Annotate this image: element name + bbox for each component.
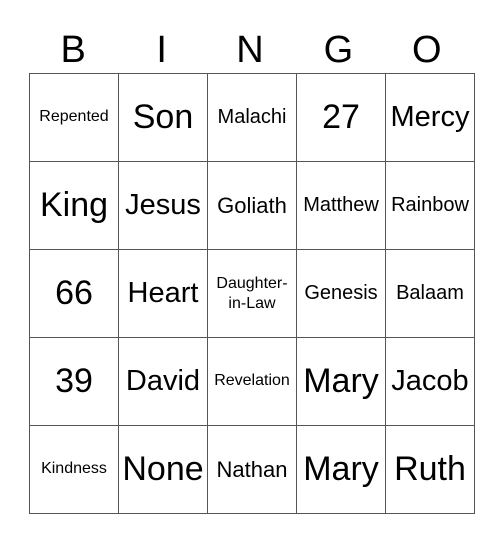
bingo-cell-text: Matthew bbox=[303, 194, 379, 216]
bingo-cell-text: Mary bbox=[303, 449, 379, 488]
bingo-cell-text: Rainbow bbox=[391, 194, 469, 216]
bingo-cell[interactable]: Genesis bbox=[296, 249, 386, 338]
bingo-cell[interactable]: 27 bbox=[296, 73, 386, 162]
bingo-cell[interactable]: Matthew bbox=[296, 161, 386, 250]
bingo-cell-text: Jesus bbox=[125, 189, 201, 222]
bingo-cell[interactable]: Balaam bbox=[385, 249, 475, 338]
bingo-row: Repented Son Malachi 27 Mercy bbox=[29, 73, 475, 162]
bingo-cell[interactable]: Mary bbox=[296, 337, 386, 426]
bingo-cell-text: None bbox=[122, 449, 204, 488]
bingo-cell[interactable]: Daughter-in-Law bbox=[207, 249, 297, 338]
bingo-cell-text: Mercy bbox=[390, 101, 470, 134]
bingo-cell-text: Daughter-in-Law bbox=[216, 275, 288, 312]
bingo-row: King Jesus Goliath Matthew Rainbow bbox=[29, 161, 475, 250]
bingo-cell-text: Ruth bbox=[394, 449, 466, 488]
bingo-cell-text: Mary bbox=[303, 361, 379, 400]
bingo-cell[interactable]: Repented bbox=[29, 73, 119, 162]
bingo-cell-text: Balaam bbox=[396, 282, 464, 304]
bingo-cell-text: Genesis bbox=[304, 282, 378, 304]
bingo-cell[interactable]: 66 bbox=[29, 249, 119, 338]
bingo-cell-text: Repented bbox=[39, 108, 109, 126]
bingo-cell-text: 39 bbox=[55, 361, 93, 400]
bingo-cell[interactable]: Son bbox=[118, 73, 208, 162]
bingo-cell-text: Revelation bbox=[214, 372, 290, 390]
bingo-cell-text: King bbox=[39, 185, 109, 224]
bingo-cell[interactable]: Kindness bbox=[29, 425, 119, 514]
bingo-cell[interactable]: None bbox=[118, 425, 208, 514]
bingo-header: B I N G O bbox=[29, 28, 471, 73]
bingo-cell[interactable]: Revelation bbox=[207, 337, 297, 426]
bingo-row: 39 David Revelation Mary Jacob bbox=[29, 337, 475, 426]
bingo-cell-text: Jacob bbox=[391, 365, 469, 398]
bingo-grid: Repented Son Malachi 27 Mercy King Jesus Goliat… bbox=[29, 73, 475, 514]
bingo-cell[interactable]: Jacob bbox=[385, 337, 475, 426]
bingo-cell-text: Nathan bbox=[216, 456, 288, 482]
header-letter-b: B bbox=[60, 29, 86, 71]
bingo-cell-text: 27 bbox=[322, 97, 360, 136]
bingo-cell[interactable]: Jesus bbox=[118, 161, 208, 250]
bingo-cell[interactable]: Nathan bbox=[207, 425, 297, 514]
header-letter-i: I bbox=[156, 29, 167, 71]
bingo-row: 66 Heart Daughter-in-Law Genesis Balaam bbox=[29, 249, 475, 338]
bingo-cell[interactable]: Malachi bbox=[207, 73, 297, 162]
bingo-cell-text: Goliath bbox=[217, 192, 287, 218]
header-letter-g: G bbox=[323, 29, 354, 71]
bingo-cell[interactable]: Mary bbox=[296, 425, 386, 514]
bingo-cell[interactable]: King bbox=[29, 161, 119, 250]
bingo-cell-text: 66 bbox=[55, 273, 93, 312]
bingo-cell-text: Heart bbox=[127, 277, 199, 310]
bingo-cell[interactable]: Goliath bbox=[207, 161, 297, 250]
bingo-cell[interactable]: Heart bbox=[118, 249, 208, 338]
bingo-cell[interactable]: 39 bbox=[29, 337, 119, 426]
header-letter-n: N bbox=[236, 29, 264, 71]
bingo-cell[interactable]: David bbox=[118, 337, 208, 426]
header-letter-o: O bbox=[412, 29, 442, 71]
bingo-cell-text: Malachi bbox=[217, 106, 287, 128]
bingo-cell[interactable]: Ruth bbox=[385, 425, 475, 514]
bingo-cell[interactable]: Mercy bbox=[385, 73, 475, 162]
bingo-cell-text: Kindness bbox=[41, 460, 107, 478]
bingo-cell-text: Son bbox=[132, 97, 194, 136]
bingo-row: Kindness None Nathan Mary Ruth bbox=[29, 425, 475, 514]
bingo-cell[interactable]: Rainbow bbox=[385, 161, 475, 250]
bingo-cell-text: David bbox=[125, 365, 201, 398]
